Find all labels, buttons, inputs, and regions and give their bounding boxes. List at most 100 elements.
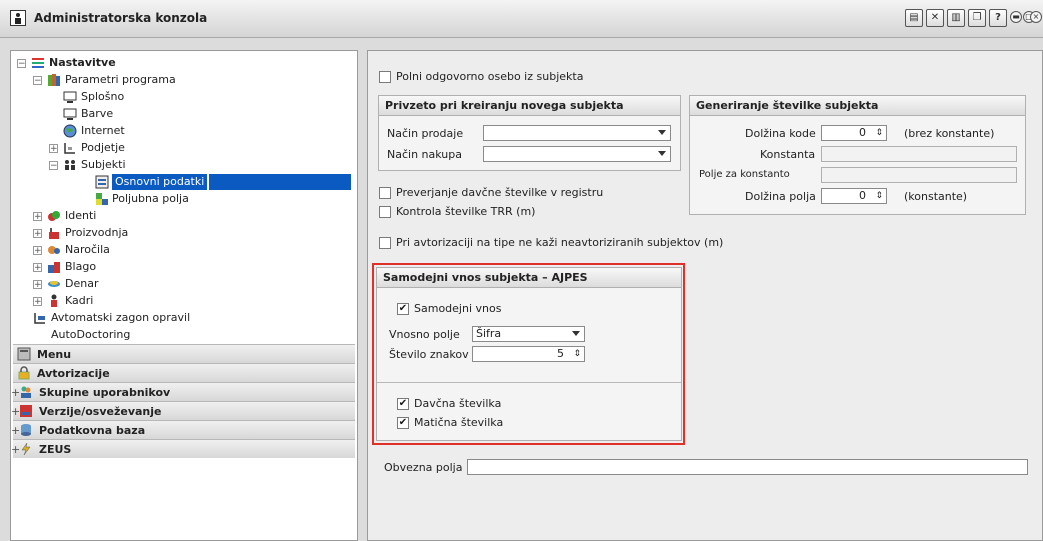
expand-toggle[interactable]: + bbox=[33, 246, 42, 256]
copy-icon: ❐ bbox=[972, 12, 982, 23]
zeus-icon bbox=[21, 442, 31, 456]
help-button[interactable]: ? bbox=[989, 9, 1007, 27]
document-button[interactable]: ▤ bbox=[905, 9, 923, 27]
tree-label: Proizvodnja bbox=[65, 226, 129, 239]
tree-label: Subjekti bbox=[81, 158, 126, 171]
copy-button[interactable]: ❐ bbox=[968, 9, 986, 27]
collapse-toggle[interactable]: − bbox=[17, 59, 26, 69]
dolzina-polja-value: 0 bbox=[859, 189, 866, 202]
tree-label: Nastavitve bbox=[49, 56, 116, 69]
polni-odgovorno-checkbox[interactable] bbox=[379, 71, 391, 83]
fields-icon bbox=[96, 193, 108, 205]
help-icon: ? bbox=[995, 12, 1001, 23]
tree-item-subjekti[interactable]: − Subjekti bbox=[11, 157, 351, 173]
spinner-icon[interactable]: ⇕ bbox=[875, 189, 883, 203]
globe-icon bbox=[63, 124, 77, 138]
dolzina-polja-label: Dolžina polja bbox=[745, 190, 816, 203]
tree-group-zeus[interactable]: + ZEUS bbox=[11, 439, 355, 459]
tree-item-nastavitve[interactable]: − Nastavitve bbox=[11, 55, 351, 71]
konstanta-input[interactable] bbox=[821, 146, 1017, 162]
production-icon bbox=[49, 228, 59, 239]
tree-empty-area bbox=[13, 458, 355, 538]
tree-label: Kadri bbox=[65, 294, 94, 307]
panel-header: Generiranje številke subjekta bbox=[690, 96, 1025, 116]
polje-za-konstanto-input[interactable] bbox=[821, 167, 1017, 183]
title-bar: Administratorska konzola ▤ ✕ ▥ ❐ ? ▬ □ bbox=[0, 0, 1043, 38]
tree-label: Identi bbox=[65, 209, 97, 222]
form-icon bbox=[95, 175, 109, 189]
print-button[interactable]: ▥ bbox=[947, 9, 965, 27]
obvezna-polja-input[interactable] bbox=[467, 459, 1028, 475]
database-icon bbox=[21, 424, 31, 436]
tree-group-avtorizacije[interactable]: Avtorizacije bbox=[13, 363, 355, 383]
pri-avtorizaciji-checkbox[interactable] bbox=[379, 237, 391, 249]
expand-toggle[interactable]: + bbox=[33, 263, 42, 273]
settings-sliders-icon bbox=[32, 58, 44, 68]
tree-label: Splošno bbox=[81, 90, 125, 103]
highlight-frame bbox=[372, 263, 685, 445]
tree-label: Verzije/osveževanje bbox=[39, 405, 162, 418]
chevron-down-icon bbox=[658, 130, 666, 135]
tree-item-blago[interactable]: + Blago bbox=[11, 259, 351, 275]
dolzina-kode-label: Dolžina kode bbox=[745, 127, 816, 140]
tree-group-verzije[interactable]: + Verzije/osveževanje bbox=[11, 401, 355, 421]
expand-toggle[interactable]: + bbox=[33, 212, 42, 222]
tree-item-narocila[interactable]: + Naročila bbox=[11, 242, 351, 258]
tree-label: Barve bbox=[81, 107, 114, 120]
collapse-toggle[interactable]: − bbox=[33, 76, 42, 86]
tree-group-skupine[interactable]: + Skupine uporabnikov bbox=[11, 382, 355, 402]
monitor-icon bbox=[63, 108, 77, 120]
tree-item-splosno[interactable]: Splošno bbox=[11, 89, 351, 105]
tree-label: Poljubna polja bbox=[112, 192, 189, 205]
tree-group-menu[interactable]: Menu bbox=[13, 344, 355, 364]
people-icon bbox=[65, 160, 75, 170]
close-button[interactable]: × bbox=[1030, 11, 1042, 23]
tree-label: Osnovni podatki bbox=[112, 174, 208, 190]
collapse-toggle[interactable]: − bbox=[49, 161, 58, 171]
kontrola-trr-checkbox[interactable] bbox=[379, 206, 391, 218]
tree-item-identi[interactable]: + Identi bbox=[11, 208, 351, 224]
goods-icon bbox=[48, 262, 60, 273]
tree-label: Podatkovna baza bbox=[39, 424, 146, 437]
dolzina-kode-spinner[interactable]: 0 ⇕ bbox=[821, 125, 887, 141]
tree-item-barve[interactable]: Barve bbox=[11, 106, 351, 122]
dolzina-polja-spinner[interactable]: 0 ⇕ bbox=[821, 188, 887, 204]
tree-item-internet[interactable]: Internet bbox=[11, 123, 351, 139]
panel-header: Privzeto pri kreiranju novega subjekta bbox=[379, 96, 680, 116]
nacin-prodaje-label: Način prodaje bbox=[387, 127, 464, 140]
kontrola-trr-label: Kontrola številke TRR (m) bbox=[396, 205, 536, 218]
nacin-prodaje-select[interactable] bbox=[483, 125, 671, 141]
tree-label: Podjetje bbox=[81, 141, 125, 154]
tools-button[interactable]: ✕ bbox=[926, 9, 944, 27]
nacin-nakupa-select[interactable] bbox=[483, 146, 671, 162]
tree-item-avtomatski-zagon[interactable]: Avtomatski zagon opravil bbox=[11, 310, 351, 326]
minimize-button[interactable]: ▬ bbox=[1010, 11, 1022, 23]
tree-label: AutoDoctoring bbox=[51, 328, 131, 341]
tree-item-osnovni-podatki[interactable]: Osnovni podatki bbox=[11, 174, 351, 190]
expand-toggle[interactable]: + bbox=[33, 229, 42, 239]
chevron-down-icon bbox=[658, 151, 666, 156]
tree-label: Avtomatski zagon opravil bbox=[51, 311, 191, 324]
tree-item-proizvodnja[interactable]: + Proizvodnja bbox=[11, 225, 351, 241]
tree-item-autodoctoring[interactable]: AutoDoctoring bbox=[11, 327, 351, 343]
user-group-icon bbox=[21, 386, 31, 398]
tree-item-parametri[interactable]: − Parametri programa bbox=[11, 72, 351, 88]
polni-odgovorno-label: Polni odgovorno osebo iz subjekta bbox=[396, 70, 584, 83]
expand-toggle[interactable]: + bbox=[33, 297, 42, 307]
expand-toggle[interactable]: + bbox=[33, 280, 42, 290]
tree-item-podjetje[interactable]: + Podjetje bbox=[11, 140, 351, 156]
preverjanje-checkbox[interactable] bbox=[379, 187, 391, 199]
tree-group-podatkovna-baza[interactable]: + Podatkovna baza bbox=[11, 420, 355, 440]
spinner-icon[interactable]: ⇕ bbox=[875, 126, 883, 140]
expand-toggle[interactable]: + bbox=[49, 144, 58, 154]
org-chart-icon bbox=[64, 143, 75, 154]
tree-item-poljubna-polja[interactable]: Poljubna polja bbox=[11, 191, 351, 207]
tree-label: Denar bbox=[65, 277, 99, 290]
settings-tree[interactable]: − Nastavitve − Parametri programa Splošn… bbox=[10, 50, 358, 541]
lock-icon bbox=[18, 366, 30, 380]
tree-item-denar[interactable]: + Denar bbox=[11, 276, 351, 292]
tree-label: Avtorizacije bbox=[37, 367, 110, 380]
money-icon bbox=[48, 281, 60, 287]
tree-item-kadri[interactable]: + Kadri bbox=[11, 293, 351, 309]
tree-label: Blago bbox=[65, 260, 97, 273]
